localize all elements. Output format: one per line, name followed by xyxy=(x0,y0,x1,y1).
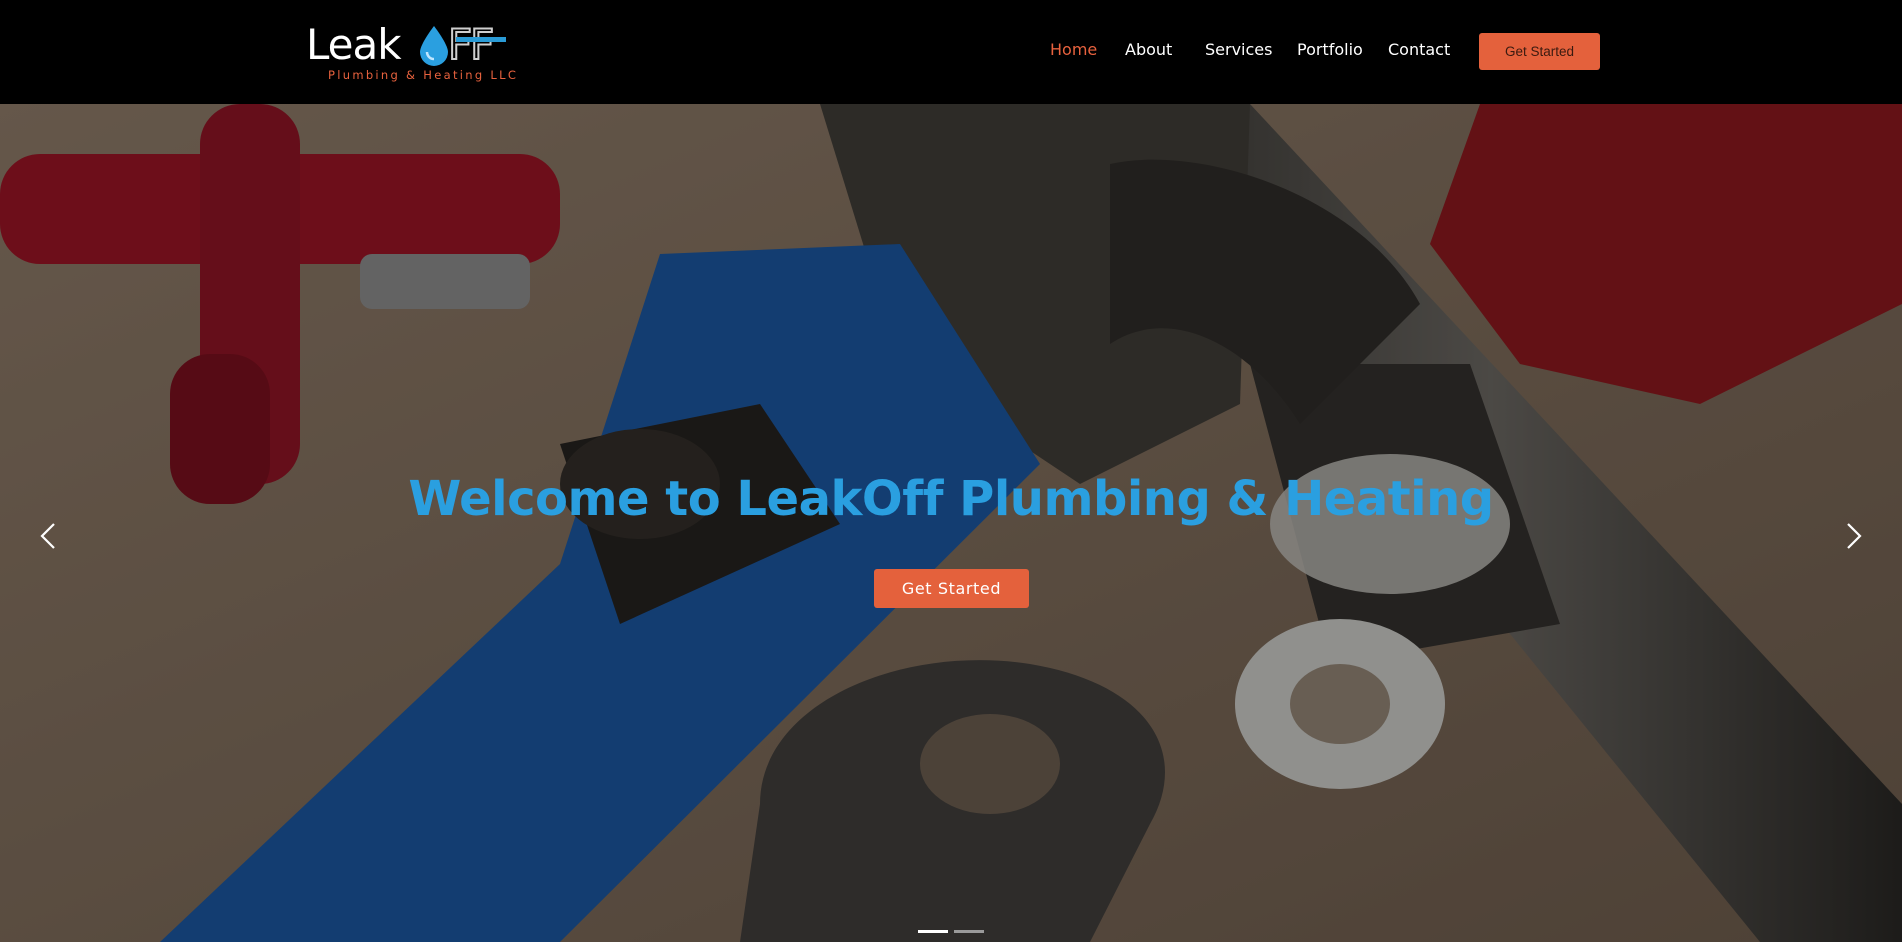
nav-home[interactable]: Home xyxy=(1050,40,1097,59)
nav-services[interactable]: Services xyxy=(1205,40,1272,59)
logo-word: Leak xyxy=(306,20,402,69)
hero-title: Welcome to LeakOff Plumbing & Heating xyxy=(408,471,1494,527)
site-header: Leak FF Plumbing & Heating LLC Home Abou… xyxy=(0,0,1902,104)
hero-carousel: Welcome to LeakOff Plumbing & Heating Ge… xyxy=(0,104,1902,942)
nav-portfolio[interactable]: Portfolio xyxy=(1297,40,1363,59)
logo-pipe xyxy=(456,37,506,42)
water-drop-icon xyxy=(420,26,448,66)
carousel-indicator-1[interactable] xyxy=(918,930,948,933)
logo-tagline: Plumbing & Heating LLC xyxy=(328,68,519,82)
logo[interactable]: Leak FF Plumbing & Heating LLC xyxy=(306,19,536,82)
header-get-started-button[interactable]: Get Started xyxy=(1479,33,1600,70)
nav-about[interactable]: About xyxy=(1125,40,1172,59)
logo-suffix: FF xyxy=(447,19,495,70)
carousel-indicator-2[interactable] xyxy=(954,930,984,933)
nav-contact[interactable]: Contact xyxy=(1388,40,1450,59)
hero-get-started-button[interactable]: Get Started xyxy=(874,569,1029,608)
